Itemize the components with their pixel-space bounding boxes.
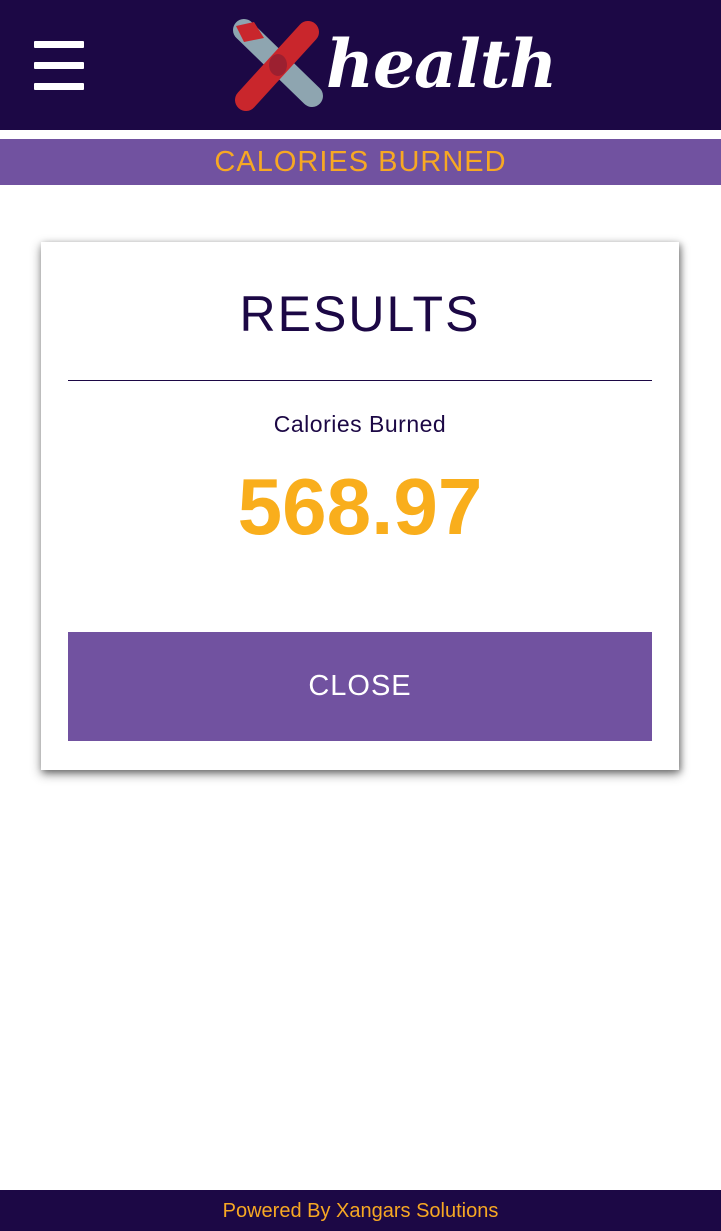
results-card: RESULTS Calories Burned 568.97 CLOSE	[41, 242, 679, 770]
page-title: CALORIES BURNED	[214, 146, 507, 178]
calories-value: 568.97	[237, 462, 483, 551]
header-separator	[0, 130, 721, 139]
footer-bar: Powered By Xangars Solutions	[0, 1190, 721, 1231]
app-screen: health CALORIES BURNED RESULTS Calories …	[0, 0, 721, 1231]
footer-credit: Powered By Xangars Solutions	[222, 1200, 499, 1222]
results-heading: RESULTS	[239, 286, 481, 342]
close-button[interactable]: CLOSE	[68, 632, 652, 741]
x-cross-icon	[233, 19, 323, 111]
brand-wordmark: health	[326, 25, 557, 103]
hamburger-menu-icon[interactable]	[30, 38, 88, 94]
page-title-banner: CALORIES BURNED	[0, 139, 721, 185]
calories-label: Calories Burned	[273, 411, 447, 437]
top-app-bar: health	[0, 0, 721, 130]
heading-divider	[68, 380, 652, 381]
xhealth-logo[interactable]: health	[230, 18, 557, 114]
